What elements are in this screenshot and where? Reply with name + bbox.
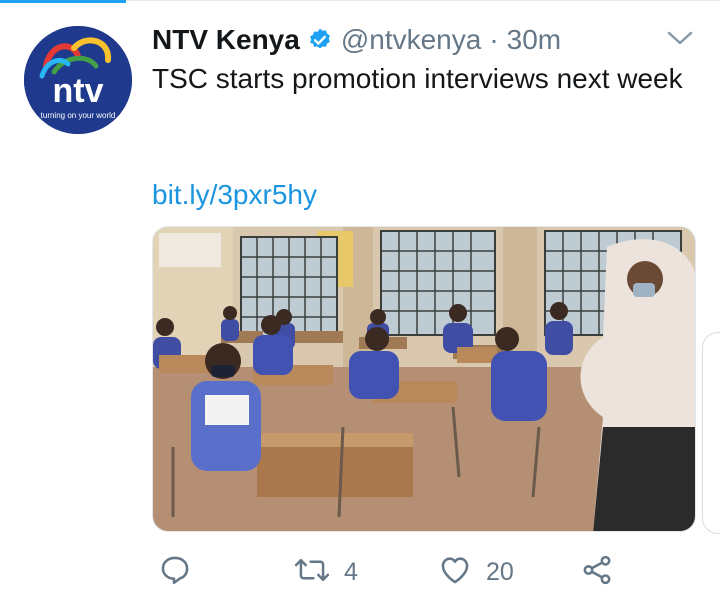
verified-badge-icon (307, 27, 333, 53)
top-tab-indicator (0, 0, 126, 3)
avatar-tagline-text: turning on your world (41, 111, 116, 120)
retweet-button[interactable]: 4 (294, 552, 358, 592)
tweet-link[interactable]: bit.ly/3pxr5hy (152, 176, 317, 214)
tweet-photo[interactable] (152, 226, 696, 532)
top-divider (126, 0, 720, 1)
reply-button[interactable] (158, 552, 192, 592)
author-name[interactable]: NTV Kenya (152, 24, 300, 56)
author-handle[interactable]: @ntvkenya (341, 24, 482, 56)
tweet-timestamp[interactable]: 30m (507, 24, 561, 56)
avatar-brand-text: ntv (53, 72, 104, 110)
reply-icon (158, 553, 192, 592)
avatar[interactable]: ntv turning on your world (24, 26, 132, 134)
retweet-count: 4 (344, 557, 358, 586)
like-count: 20 (486, 557, 514, 586)
retweet-icon (294, 553, 330, 592)
share-button[interactable] (580, 552, 614, 592)
edge-scroll-handle[interactable] (702, 332, 720, 534)
heart-icon (438, 553, 472, 592)
like-button[interactable]: 20 (438, 552, 514, 592)
share-icon (580, 553, 614, 592)
meta-separator: · (489, 24, 499, 55)
tweet-actions: 4 20 (152, 552, 692, 592)
tweet-text: TSC starts promotion interviews next wee… (152, 63, 683, 94)
tweet-header: NTV Kenya @ntvkenya · 30m (152, 20, 561, 60)
chevron-down-icon[interactable] (666, 28, 694, 48)
